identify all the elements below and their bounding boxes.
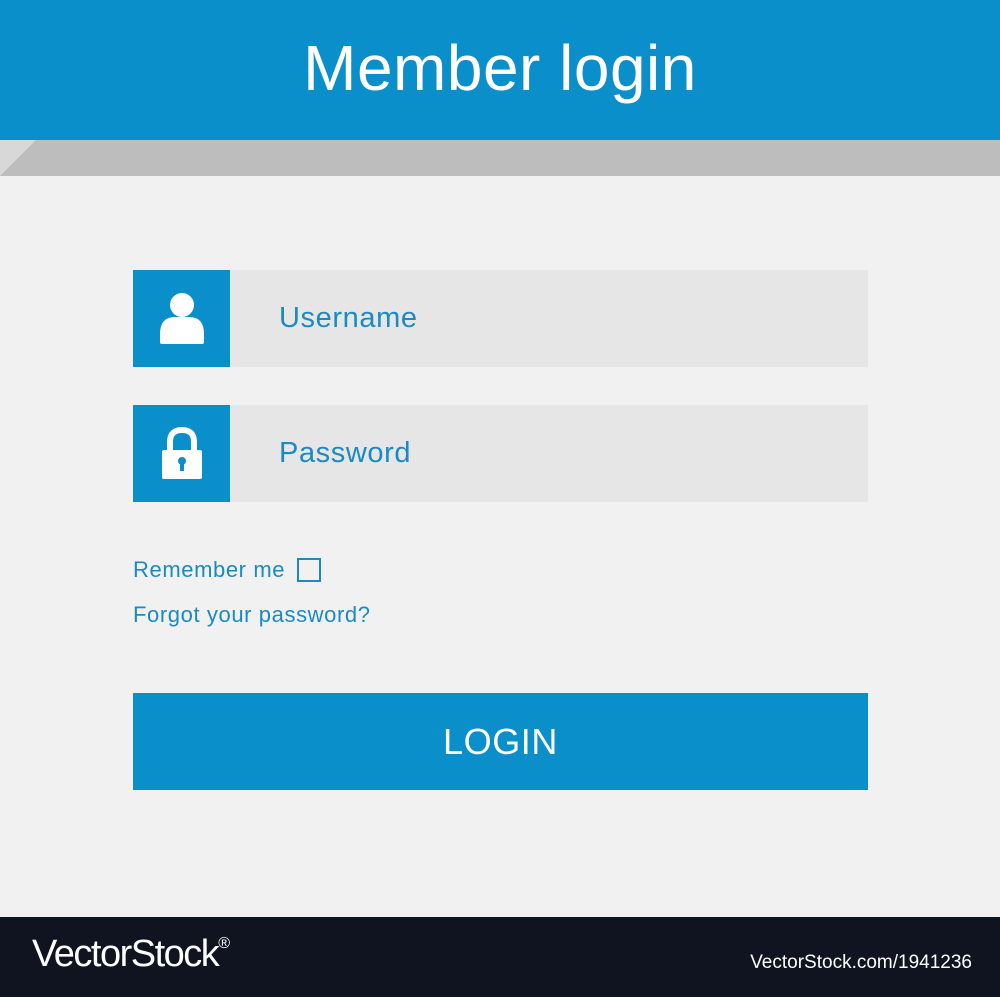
vectorstock-logo: VectorStock® bbox=[32, 933, 230, 976]
login-button[interactable]: LOGIN bbox=[133, 693, 868, 790]
remember-me-label: Remember me bbox=[133, 557, 286, 582]
remember-me-checkbox[interactable] bbox=[297, 558, 322, 582]
header-bar: Member login bbox=[0, 0, 1000, 140]
username-input[interactable] bbox=[230, 270, 868, 367]
image-reference: VectorStock.com/1941236 bbox=[750, 952, 972, 973]
lock-icon bbox=[161, 426, 202, 479]
user-icon bbox=[159, 292, 204, 344]
remember-me-row: Remember me bbox=[133, 553, 322, 587]
password-input[interactable] bbox=[230, 405, 868, 502]
header-shadow bbox=[0, 140, 1000, 176]
username-field[interactable] bbox=[133, 270, 868, 367]
password-field[interactable] bbox=[133, 405, 868, 502]
page-title: Member login bbox=[303, 32, 697, 104]
password-icon-box bbox=[133, 405, 230, 502]
logo-mark: ® bbox=[218, 935, 231, 952]
logo-text: VectorStock bbox=[32, 933, 220, 975]
footer-bar: VectorStock® VectorStock.com/1941236 bbox=[0, 917, 1000, 997]
forgot-password-link[interactable]: Forgot your password? bbox=[133, 602, 371, 628]
username-icon-box bbox=[133, 270, 230, 367]
